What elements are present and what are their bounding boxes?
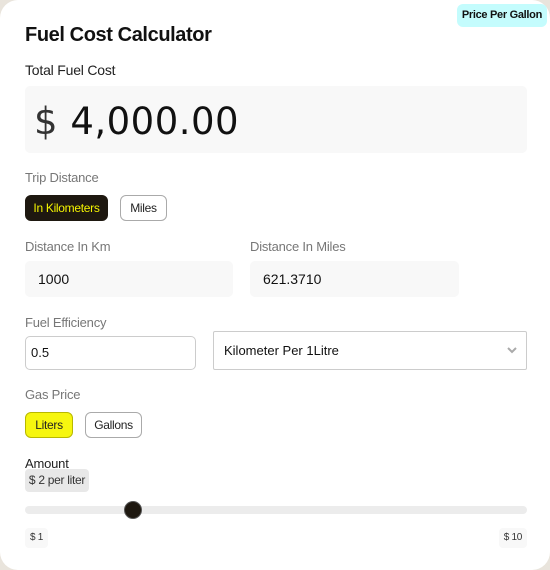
in-kilometers-button[interactable]: In Kilometers [25,195,108,221]
slider-max-label: $ 10 [498,528,527,548]
trip-distance-label: Trip Distance [25,170,99,185]
total-amount: 4,000.00 [70,100,240,143]
efficiency-unit-selected: Kilometer Per 1Litre [224,343,339,358]
distance-km-field[interactable]: 1000 [25,261,233,297]
slider-min-label: $ 1 [25,528,49,548]
price-per-gallon-badge[interactable]: Price Per Gallon [456,4,547,27]
distance-miles-label: Distance In Miles [250,239,346,254]
amount-value-display: $ 2 per liter [25,469,89,492]
price-slider-track[interactable] [25,501,527,519]
total-fuel-cost-display: $ 4,000.00 [25,86,527,153]
total-fuel-cost-value: $ 4,000.00 [34,100,239,143]
calculator-card: Price Per Gallon Fuel Cost Calculator To… [0,0,550,570]
liters-button[interactable]: Liters [25,412,73,438]
fuel-efficiency-label: Fuel Efficiency [25,315,107,330]
fuel-efficiency-input[interactable]: 0.5 [25,336,196,370]
gallons-button[interactable]: Gallons [85,412,142,438]
efficiency-unit-select[interactable]: Kilometer Per 1Litre [213,331,527,370]
currency-symbol: $ [34,100,59,143]
chevron-down-icon [507,347,517,354]
gas-price-label: Gas Price [25,387,81,402]
page-title: Fuel Cost Calculator [25,24,212,46]
total-fuel-cost-label: Total Fuel Cost [25,62,116,78]
miles-button[interactable]: Miles [120,195,167,221]
distance-km-label: Distance In Km [25,239,111,254]
distance-miles-field[interactable]: 621.3710 [250,261,459,297]
price-slider-thumb[interactable] [123,501,142,519]
